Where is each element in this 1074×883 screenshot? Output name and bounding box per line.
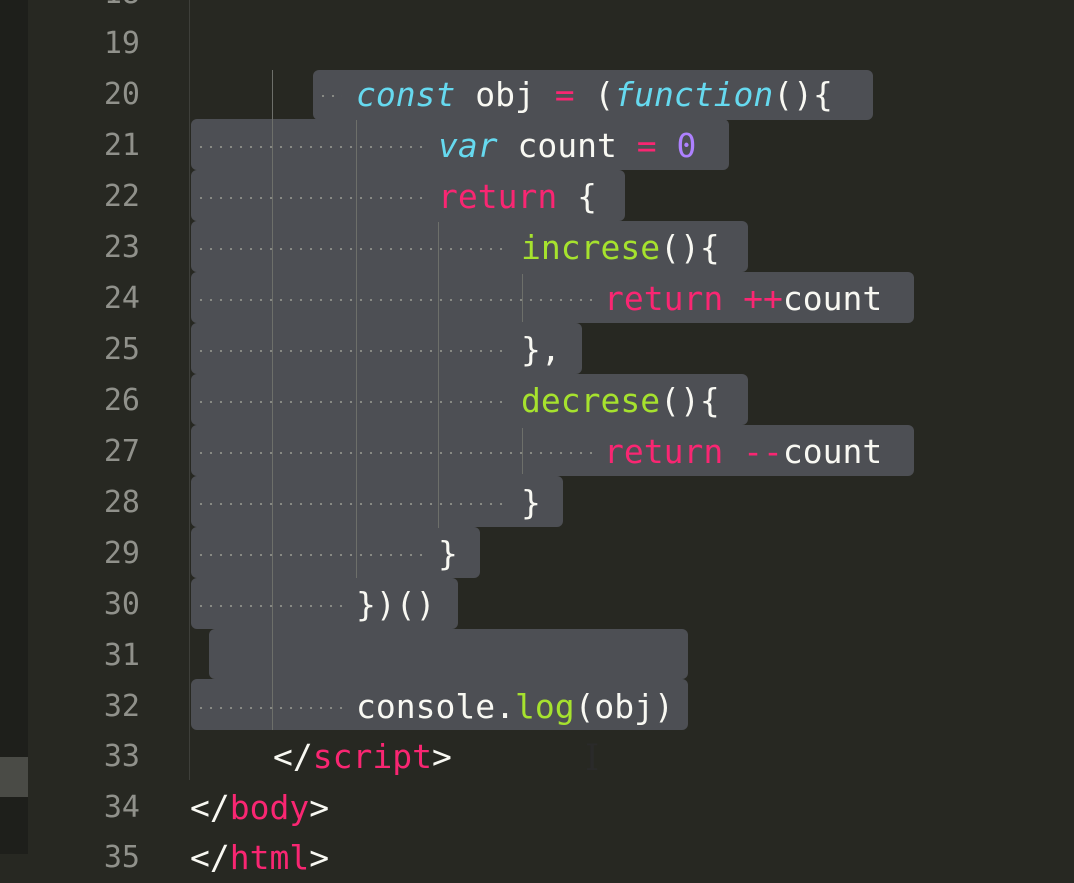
- line-number[interactable]: 31: [70, 630, 140, 681]
- code-token: count: [497, 126, 637, 165]
- code-token: increse: [521, 228, 661, 267]
- code-token: })(): [356, 585, 436, 624]
- line-number[interactable]: 34: [70, 782, 140, 833]
- code-text[interactable]: </html>: [190, 832, 329, 883]
- code-token: }: [438, 534, 458, 573]
- code-token: decrese: [521, 381, 661, 420]
- code-token: return: [604, 279, 724, 318]
- code-line[interactable]: 26 decrese(){: [0, 375, 1074, 426]
- code-token: return: [438, 177, 558, 216]
- code-line[interactable]: 20 const obj = (function(){: [0, 69, 1074, 120]
- code-token: },: [521, 330, 561, 369]
- code-text[interactable]: increse(){: [521, 222, 720, 273]
- line-number[interactable]: 21: [70, 120, 140, 171]
- code-line[interactable]: 19: [0, 18, 1074, 69]
- line-number[interactable]: 24: [70, 273, 140, 324]
- code-token: 0: [676, 126, 697, 165]
- line-number[interactable]: 18: [70, 0, 140, 19]
- code-token: --: [743, 432, 783, 471]
- code-line[interactable]: 30 })(): [0, 579, 1074, 630]
- code-line[interactable]: 32 console.log(obj): [0, 681, 1074, 732]
- code-token: var: [438, 126, 498, 165]
- code-token: html: [229, 838, 310, 877]
- code-text[interactable]: var count = 0: [438, 120, 696, 171]
- code-text[interactable]: const obj = (function(){: [356, 69, 833, 120]
- code-token: obj: [455, 75, 555, 114]
- code-text[interactable]: })(): [356, 579, 435, 630]
- code-line[interactable]: 25},: [0, 324, 1074, 375]
- code-token: >: [309, 838, 330, 877]
- line-number[interactable]: 30: [70, 579, 140, 630]
- code-token: >: [309, 788, 330, 827]
- line-number[interactable]: 23: [70, 222, 140, 273]
- code-token: >: [431, 737, 452, 776]
- code-text[interactable]: </body>: [190, 782, 329, 833]
- code-text[interactable]: </script>: [273, 731, 452, 782]
- code-token: ++: [743, 279, 783, 318]
- line-number[interactable]: 27: [70, 426, 140, 477]
- i-beam-cursor-icon: I: [585, 738, 600, 779]
- code-token: count: [782, 279, 883, 318]
- code-token: =: [636, 126, 657, 165]
- code-line[interactable]: 22 return {: [0, 171, 1074, 222]
- line-number[interactable]: 28: [70, 477, 140, 528]
- line-number[interactable]: 19: [70, 18, 140, 69]
- code-token: log: [514, 687, 575, 726]
- line-number[interactable]: 29: [70, 528, 140, 579]
- code-token: (){: [660, 381, 720, 420]
- code-token: {: [557, 177, 597, 216]
- code-token: (){: [660, 228, 720, 267]
- code-token: </: [273, 737, 313, 776]
- line-number[interactable]: 33: [70, 731, 140, 782]
- code-token: body: [229, 788, 310, 827]
- code-token: const: [356, 75, 456, 114]
- code-text[interactable]: return ++count: [604, 273, 882, 324]
- code-text[interactable]: }: [521, 477, 541, 528]
- code-token: (){: [773, 75, 833, 114]
- line-number[interactable]: 32: [70, 681, 140, 732]
- code-token: script: [312, 737, 432, 776]
- line-number[interactable]: 25: [70, 324, 140, 375]
- code-text[interactable]: decrese(){: [521, 375, 720, 426]
- line-number[interactable]: 22: [70, 171, 140, 222]
- code-text[interactable]: },: [521, 324, 561, 375]
- code-token: function: [614, 75, 774, 114]
- code-token: (obj): [574, 687, 674, 726]
- code-line[interactable]: 27 return --count: [0, 426, 1074, 477]
- code-token: </: [190, 788, 230, 827]
- code-token: </: [190, 838, 230, 877]
- code-token: (: [574, 75, 615, 114]
- code-line[interactable]: 35 </html>: [0, 832, 1074, 883]
- code-line[interactable]: 33 </script>: [0, 731, 1074, 782]
- code-token: count: [782, 432, 883, 471]
- code-line[interactable]: 18: [0, 0, 1074, 19]
- code-text[interactable]: }: [438, 528, 458, 579]
- code-line[interactable]: 28}: [0, 477, 1074, 528]
- code-token: =: [554, 75, 575, 114]
- code-text[interactable]: console.log(obj): [356, 681, 674, 732]
- code-line[interactable]: 23 increse(){: [0, 222, 1074, 273]
- code-token: console.: [356, 687, 515, 726]
- line-number[interactable]: 20: [70, 69, 140, 120]
- line-number[interactable]: 26: [70, 375, 140, 426]
- line-number[interactable]: 35: [70, 832, 140, 883]
- code-token: }: [521, 483, 541, 522]
- code-line[interactable]: 29}: [0, 528, 1074, 579]
- code-line[interactable]: 21 var count = 0: [0, 120, 1074, 171]
- code-line[interactable]: 24 return ++count: [0, 273, 1074, 324]
- code-line[interactable]: 31: [0, 630, 1074, 681]
- code-text[interactable]: return --count: [604, 426, 882, 477]
- code-text[interactable]: return {: [438, 171, 597, 222]
- code-line[interactable]: 34 </body>: [0, 782, 1074, 833]
- code-token: return: [604, 432, 724, 471]
